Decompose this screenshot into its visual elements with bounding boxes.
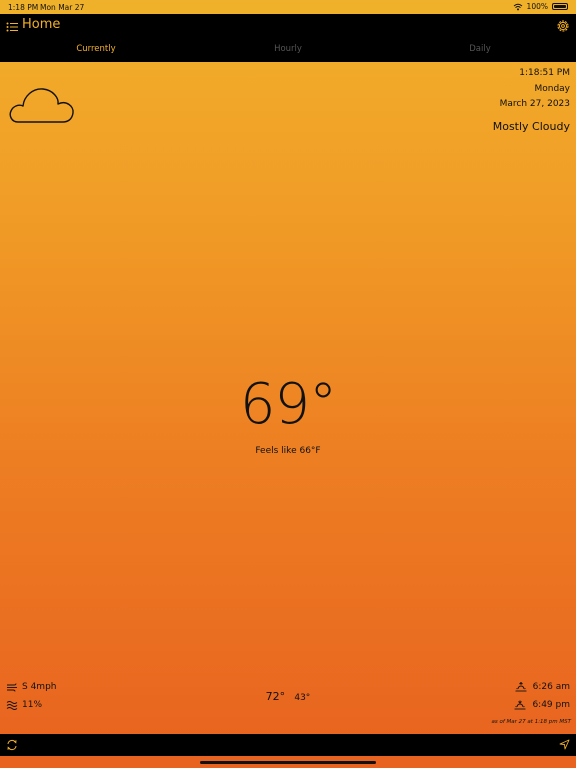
high-temp: 72° — [265, 690, 286, 703]
status-right: 100% — [513, 2, 568, 11]
as-of-timestamp: as of Mar 27 at 1:18 pm MST — [491, 719, 571, 725]
tab-daily[interactable]: Daily — [384, 44, 576, 60]
battery-percent: 100% — [526, 2, 548, 11]
low-temp: 43° — [294, 693, 311, 703]
current-weekday: Monday — [534, 83, 570, 94]
current-info: 1:18:51 PM Monday March 27, 2023 Mostly … — [493, 66, 570, 134]
sunrise-time: 6:26 am — [532, 682, 570, 692]
header-bar: Home Currently Hourly Daily — [0, 14, 576, 62]
temperature: 69° — [239, 372, 337, 437]
high-low: 72° 43° — [0, 690, 576, 703]
wifi-icon — [513, 3, 523, 11]
page-title: Home — [22, 17, 61, 32]
sunset-row: 6:49 pm — [514, 700, 570, 710]
current-date: March 27, 2023 — [499, 99, 570, 109]
tab-hourly[interactable]: Hourly — [192, 44, 384, 60]
tab-currently[interactable]: Currently — [0, 44, 192, 60]
sunrise-row: 6:26 am — [515, 682, 570, 692]
sunset-icon — [514, 700, 526, 710]
battery-icon — [552, 3, 568, 10]
sunrise-icon — [515, 682, 527, 692]
cloud-icon — [8, 82, 76, 126]
home-indicator[interactable] — [200, 761, 376, 764]
location-arrow-icon[interactable] — [559, 739, 570, 750]
feels-like: Feels like 66°F — [255, 446, 321, 456]
status-bar: 1:18 PM Mon Mar 27 100% — [0, 0, 576, 14]
bottom-toolbar — [0, 734, 576, 756]
sunset-time: 6:49 pm — [532, 700, 570, 710]
tab-bar: Currently Hourly Daily — [0, 44, 576, 60]
weather-condition: Mostly Cloudy — [492, 119, 570, 133]
list-icon[interactable] — [6, 21, 18, 33]
refresh-icon[interactable] — [6, 739, 18, 751]
status-time: 1:18 PM — [8, 3, 39, 12]
gear-icon[interactable] — [556, 19, 570, 33]
status-date: Mon Mar 27 — [40, 3, 85, 12]
current-time: 1:18:51 PM — [519, 68, 570, 78]
